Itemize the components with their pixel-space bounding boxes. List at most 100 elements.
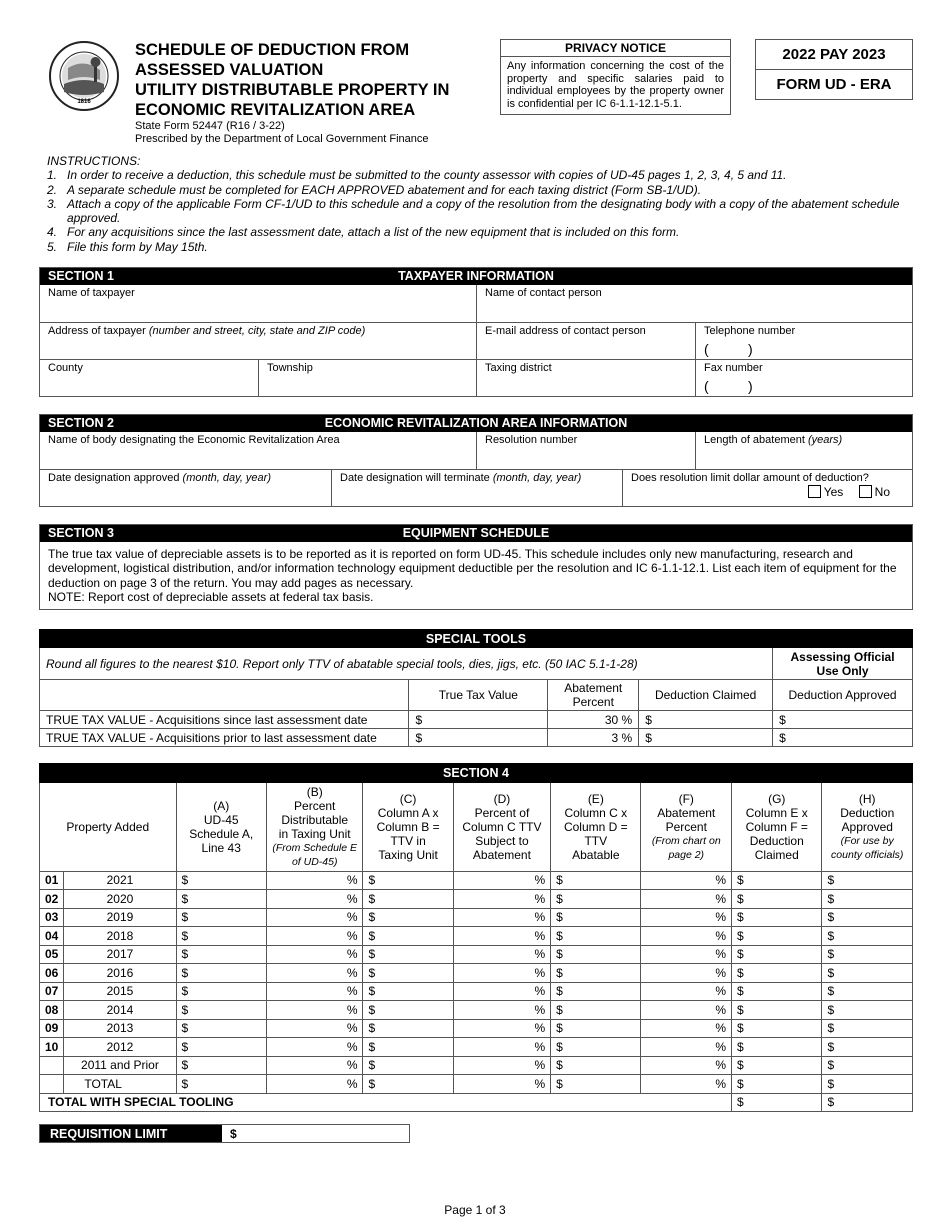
telephone-field[interactable]: Telephone number () (695, 323, 912, 359)
col-g-input[interactable]: $ (731, 963, 823, 983)
col-h-input[interactable]: $ (821, 1018, 913, 1038)
date-terminate-field[interactable]: Date designation will terminate (month, … (331, 470, 622, 506)
col-b-input[interactable]: % (265, 1074, 364, 1094)
designating-body-field[interactable]: Name of body designating the Economic Re… (40, 432, 476, 469)
taxpayer-address-field[interactable]: Address of taxpayer (number and street, … (40, 323, 476, 359)
col-a-input[interactable]: $ (175, 1018, 267, 1038)
col-f-input[interactable]: % (640, 944, 733, 964)
col-f-input[interactable]: % (640, 963, 733, 983)
col-c-input[interactable]: $ (362, 870, 454, 890)
col-a-input[interactable]: $ (175, 944, 267, 964)
col-g-input[interactable]: $ (731, 1000, 823, 1020)
col-a-input[interactable]: $ (175, 907, 267, 927)
col-c-input[interactable]: $ (362, 926, 454, 946)
deduction-approved-input[interactable]: $ (772, 728, 913, 747)
taxing-district-field[interactable]: Taxing district (476, 360, 695, 396)
col-e-input[interactable]: $ (550, 926, 642, 946)
col-a-input[interactable]: $ (175, 1074, 267, 1094)
col-e-input[interactable]: $ (550, 889, 642, 909)
col-g-input[interactable]: $ (731, 1055, 823, 1075)
col-b-input[interactable]: % (265, 1018, 364, 1038)
col-h-input[interactable]: $ (821, 963, 913, 983)
col-g-input[interactable]: $ (731, 1018, 823, 1038)
col-d-input[interactable]: % (452, 889, 552, 909)
col-h-input[interactable]: $ (821, 1000, 913, 1020)
col-e-input[interactable]: $ (550, 1018, 642, 1038)
col-a-input[interactable]: $ (175, 1000, 267, 1020)
col-f-input[interactable]: % (640, 870, 733, 890)
ttv-input[interactable]: $ (408, 728, 549, 747)
col-b-input[interactable]: % (265, 944, 364, 964)
col-f-input[interactable]: % (640, 889, 733, 909)
yes-checkbox[interactable] (807, 485, 821, 498)
col-a-input[interactable]: $ (175, 1037, 267, 1057)
col-f-input[interactable]: % (640, 926, 733, 946)
requisition-limit-input[interactable]: $ (222, 1125, 237, 1142)
col-d-input[interactable]: % (452, 1074, 552, 1094)
col-g-input[interactable]: $ (731, 870, 823, 890)
col-d-input[interactable]: % (452, 1000, 552, 1020)
col-f-input[interactable]: % (640, 907, 733, 927)
col-b-input[interactable]: % (265, 981, 364, 1001)
col-d-input[interactable]: % (452, 926, 552, 946)
col-h-input[interactable]: $ (821, 870, 913, 890)
deduction-claimed-input[interactable]: $ (638, 728, 774, 747)
date-approved-field[interactable]: Date designation approved (month, day, y… (40, 470, 331, 506)
col-e-input[interactable]: $ (550, 963, 642, 983)
col-e-input[interactable]: $ (550, 907, 642, 927)
col-h-input[interactable]: $ (821, 1055, 913, 1075)
col-g-input[interactable]: $ (731, 981, 823, 1001)
col-h-input[interactable]: $ (821, 1037, 913, 1057)
contact-email-field[interactable]: E-mail address of contact person (476, 323, 695, 359)
resolution-number-field[interactable]: Resolution number (476, 432, 695, 469)
abatement-length-field[interactable]: Length of abatement (years) (695, 432, 912, 469)
col-c-input[interactable]: $ (362, 907, 454, 927)
no-checkbox[interactable] (858, 485, 872, 498)
col-h-input[interactable]: $ (821, 889, 913, 909)
col-f-input[interactable]: % (640, 1000, 733, 1020)
col-e-input[interactable]: $ (550, 870, 642, 890)
col-g-input[interactable]: $ (731, 889, 823, 909)
col-b-input[interactable]: % (265, 1000, 364, 1020)
county-field[interactable]: County (40, 360, 258, 396)
col-d-input[interactable]: % (452, 1018, 552, 1038)
taxpayer-name-field[interactable]: Name of taxpayer (40, 285, 476, 322)
total-approved-input[interactable]: $ (821, 1092, 913, 1112)
col-e-input[interactable]: $ (550, 1037, 642, 1057)
col-h-input[interactable]: $ (821, 981, 913, 1001)
col-c-input[interactable]: $ (362, 1037, 454, 1057)
col-c-input[interactable]: $ (362, 981, 454, 1001)
col-h-input[interactable]: $ (821, 926, 913, 946)
col-e-input[interactable]: $ (550, 944, 642, 964)
col-a-input[interactable]: $ (175, 981, 267, 1001)
total-claimed-input[interactable]: $ (731, 1092, 823, 1112)
contact-person-field[interactable]: Name of contact person (476, 285, 912, 322)
col-f-input[interactable]: % (640, 1055, 733, 1075)
col-f-input[interactable]: % (640, 1037, 733, 1057)
col-d-input[interactable]: % (452, 907, 552, 927)
col-b-input[interactable]: % (265, 870, 364, 890)
col-a-input[interactable]: $ (175, 963, 267, 983)
township-field[interactable]: Township (258, 360, 476, 396)
col-h-input[interactable]: $ (821, 944, 913, 964)
col-d-input[interactable]: % (452, 870, 552, 890)
col-b-input[interactable]: % (265, 963, 364, 983)
col-g-input[interactable]: $ (731, 944, 823, 964)
col-b-input[interactable]: % (265, 1037, 364, 1057)
col-d-input[interactable]: % (452, 944, 552, 964)
col-e-input[interactable]: $ (550, 1074, 642, 1094)
fax-field[interactable]: Fax number () (695, 360, 912, 396)
col-a-input[interactable]: $ (175, 926, 267, 946)
col-d-input[interactable]: % (452, 981, 552, 1001)
col-b-input[interactable]: % (265, 889, 364, 909)
col-g-input[interactable]: $ (731, 1037, 823, 1057)
col-b-input[interactable]: % (265, 907, 364, 927)
col-f-input[interactable]: % (640, 1074, 733, 1094)
col-f-input[interactable]: % (640, 1018, 733, 1038)
col-h-input[interactable]: $ (821, 1074, 913, 1094)
col-e-input[interactable]: $ (550, 981, 642, 1001)
deduction-claimed-input[interactable]: $ (638, 710, 774, 729)
col-b-input[interactable]: % (265, 1055, 364, 1075)
col-g-input[interactable]: $ (731, 907, 823, 927)
col-c-input[interactable]: $ (362, 1055, 454, 1075)
